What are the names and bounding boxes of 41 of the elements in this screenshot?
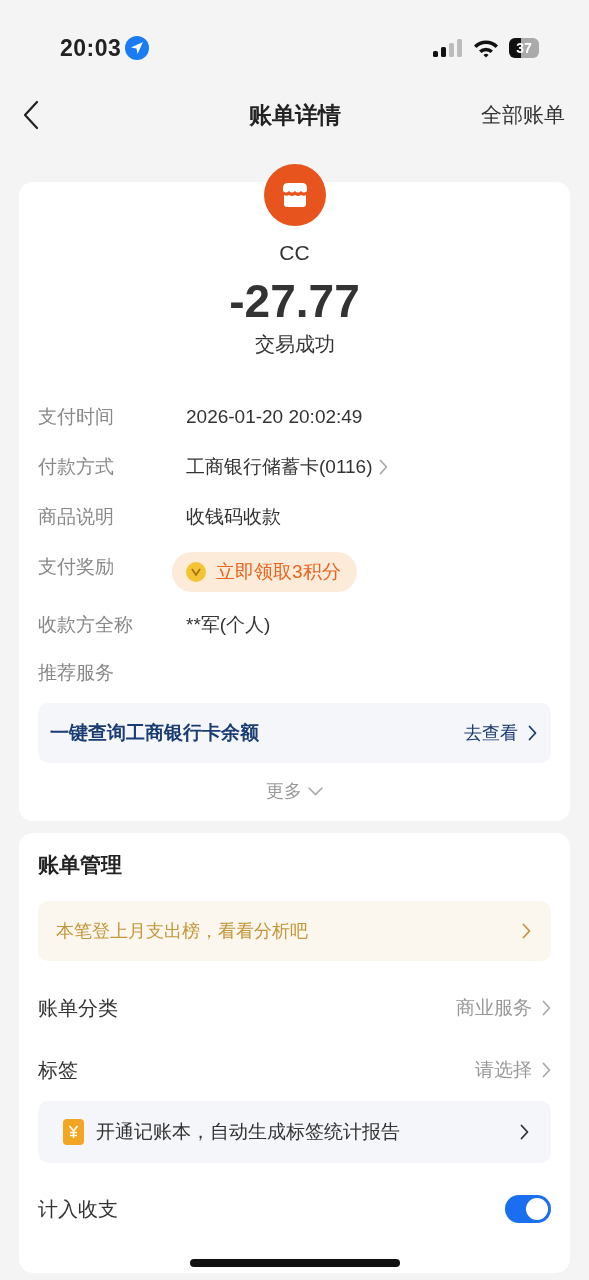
chevron-right-icon <box>542 1062 551 1078</box>
chevron-right-icon <box>542 1000 551 1016</box>
clock: 20:03 <box>60 34 122 62</box>
field-value: **军(个人) <box>186 613 271 637</box>
balance-query-banner[interactable]: 一键查询工商银行卡余额 去查看 <box>38 703 551 763</box>
field-label: 付款方式 <box>38 455 115 479</box>
chevron-right-icon <box>522 923 531 939</box>
all-bills-link[interactable]: 全部账单 <box>481 101 565 129</box>
field-label: 商品说明 <box>38 505 115 529</box>
setting-value[interactable]: 商业服务 <box>456 995 551 1021</box>
payment-method-link[interactable]: 工商银行储蓄卡(0116) <box>186 454 373 480</box>
back-icon <box>22 100 40 130</box>
chevron-down-icon <box>308 786 323 796</box>
chevron-right-icon <box>528 725 537 741</box>
reward-button[interactable]: 立即领取3积分 <box>172 552 357 592</box>
more-button[interactable]: 更多 <box>266 779 323 803</box>
field-label: 支付时间 <box>38 405 115 429</box>
amount: -27.77 <box>229 274 360 329</box>
field-value: 收钱码收款 <box>186 505 281 529</box>
section-title: 账单管理 <box>38 852 123 878</box>
transaction-status: 交易成功 <box>254 332 335 357</box>
page-title: 账单详情 <box>248 101 341 128</box>
field-label: 支付奖励 <box>38 555 115 579</box>
setting-label: 标签 <box>38 1057 78 1083</box>
spending-analysis-banner[interactable]: 本笔登上月支出榜，看看分析吧 <box>38 901 551 961</box>
bookkeeping-promo-banner[interactable]: 开通记账本，自动生成标签统计报告 <box>38 1101 551 1163</box>
setting-label: 账单分类 <box>38 995 118 1021</box>
yuan-ticket-icon <box>62 1119 84 1145</box>
toggle-switch[interactable] <box>505 1195 551 1223</box>
field-label: 收款方全称 <box>38 613 134 637</box>
field-value: 2026-01-20 20:02:49 <box>186 406 363 428</box>
wifi-icon <box>473 38 499 58</box>
field-label: 推荐服务 <box>38 661 115 685</box>
chevron-right-icon <box>378 459 388 475</box>
chevron-right-icon <box>520 1124 529 1140</box>
signal-icon <box>433 39 463 57</box>
back-button[interactable] <box>22 100 40 130</box>
coin-icon <box>186 562 206 582</box>
toggle-label: 计入收支 <box>38 1196 118 1222</box>
merchant-name: CC <box>279 241 310 265</box>
setting-value[interactable]: 请选择 <box>475 1057 551 1083</box>
